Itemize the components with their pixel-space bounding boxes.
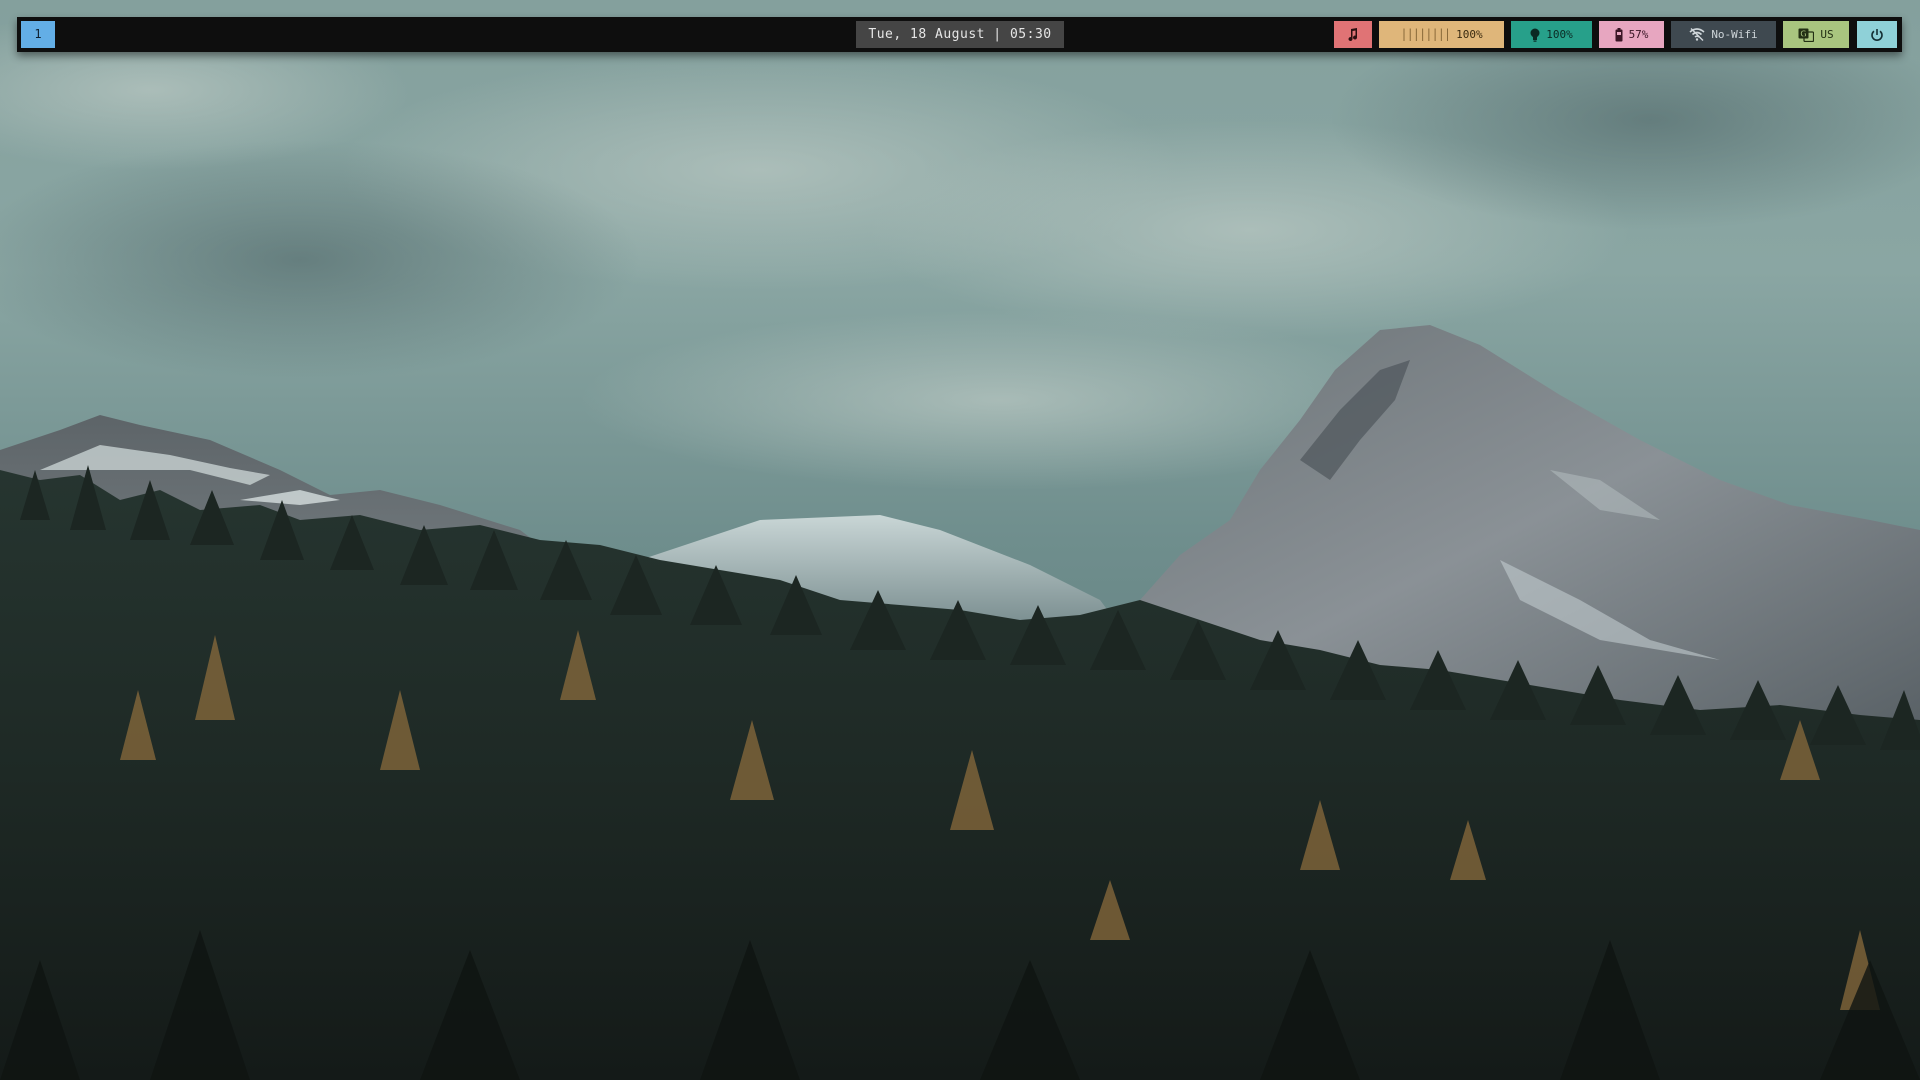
volume-value: 100% [1456,28,1483,41]
power-icon [1870,28,1884,42]
workspace-1-button[interactable]: 1 [21,21,55,48]
battery-icon [1615,27,1623,42]
power-button[interactable] [1857,21,1897,48]
music-note-icon [1347,27,1359,42]
wallpaper [0,0,1920,1080]
clock: Tue, 18 August | 05:30 [856,21,1064,48]
brightness-value: 100% [1546,28,1573,41]
wifi-off-icon [1689,28,1705,41]
desktop: 1 Tue, 18 August | 05:30 |||||||| 100% 1… [0,0,1920,1080]
status-bar: 1 Tue, 18 August | 05:30 |||||||| 100% 1… [17,17,1902,52]
volume-module[interactable]: |||||||| 100% [1379,21,1504,48]
brightness-module[interactable]: 100% [1511,21,1592,48]
keyboard-language-icon: G [1798,28,1815,42]
battery-value: 57% [1628,28,1649,41]
keyboard-layout-value: US [1820,28,1834,41]
lightbulb-icon [1530,28,1540,42]
battery-module[interactable]: 57% [1599,21,1664,48]
keyboard-layout-module[interactable]: G US [1783,21,1849,48]
wifi-label: No-Wifi [1711,28,1758,41]
music-button[interactable] [1334,21,1372,48]
volume-bars: |||||||| [1400,27,1451,41]
wifi-module[interactable]: No-Wifi [1671,21,1776,48]
